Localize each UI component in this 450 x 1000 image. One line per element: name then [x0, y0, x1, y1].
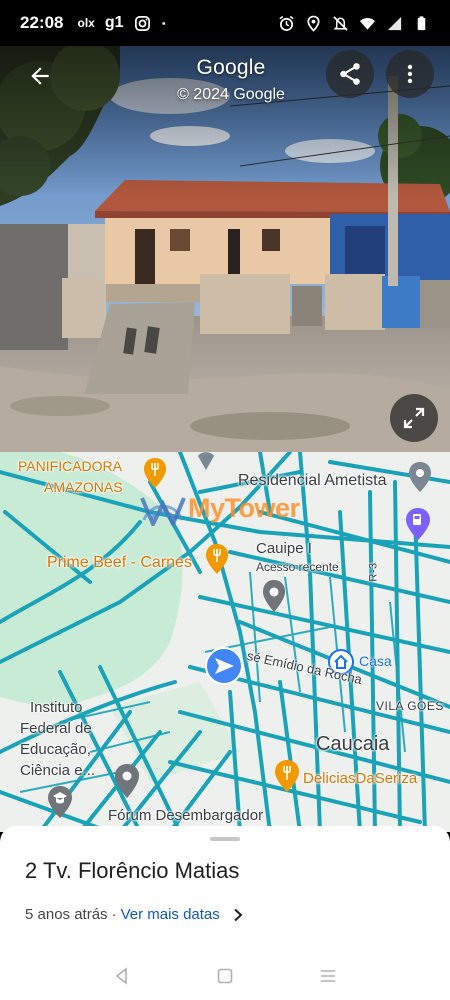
instituto-pin-icon[interactable] [47, 786, 73, 818]
forum-pin-icon[interactable] [114, 764, 140, 798]
delicias-label[interactable]: DeliciasDaSeriza [303, 770, 417, 787]
street-view-title: Google [196, 56, 266, 79]
dot-icon [161, 21, 165, 25]
separator-dot: · [111, 906, 117, 923]
recents-nav-icon[interactable] [318, 966, 338, 986]
system-navigation-bar [0, 952, 450, 1000]
share-button[interactable] [326, 50, 374, 98]
mytower-text: MyTower [188, 492, 300, 523]
prime-beef-label[interactable]: Prime Beef - Carnes [47, 554, 192, 572]
panificadora-label-1[interactable]: PANIFICADORA [18, 458, 122, 474]
current-location-arrow-icon[interactable] [205, 647, 243, 685]
capture-date-text: 5 anos atrás [25, 906, 108, 923]
street-view-header: Google © 2024 Google [0, 56, 450, 104]
vila-goes-label: VILA GOES [376, 699, 444, 713]
street-view-copyright: © 2024 Google [177, 86, 285, 103]
alarm-icon [279, 15, 294, 31]
instituto-label-4[interactable]: Ciência e... [20, 762, 95, 779]
residencial-pin-icon[interactable] [408, 462, 432, 492]
back-nav-icon[interactable] [112, 966, 132, 986]
signal-icon [387, 16, 402, 30]
gas-station-pin-icon[interactable] [405, 508, 431, 540]
status-time: 22:08 [20, 13, 64, 32]
instituto-label-3[interactable]: Educação, [20, 741, 91, 758]
instituto-label-2[interactable]: Federal de [20, 720, 92, 737]
wifi-icon [359, 17, 376, 30]
place-title: 2 Tv. Florêncio Matias [25, 858, 240, 883]
battery-icon [417, 15, 426, 30]
more-options-button[interactable] [386, 50, 434, 98]
chevron-right-icon[interactable] [232, 908, 244, 922]
olx-icon: olx [77, 16, 95, 30]
caucaia-label[interactable]: Caucaia [316, 733, 389, 756]
location-icon [307, 15, 320, 32]
capture-date-row[interactable]: 5 anos atrás · Ver mais datas [25, 906, 244, 923]
street-view-image[interactable] [0, 46, 450, 452]
street-view-photo [0, 46, 450, 452]
sheet-drag-handle[interactable] [210, 837, 240, 841]
instituto-label-1[interactable]: Instituto [30, 699, 83, 716]
cauipe-pin-icon[interactable] [262, 580, 286, 612]
cauipe-label[interactable]: Cauipe I [256, 540, 312, 557]
instagram-icon [134, 15, 150, 31]
mytower-logo-icon [140, 497, 186, 526]
status-notification-icons: olx g1 [77, 14, 170, 32]
share-icon [340, 63, 360, 85]
status-bar: 22:08 olx g1 [0, 0, 450, 46]
prime-beef-pin-icon[interactable] [205, 544, 229, 574]
home-nav-icon[interactable] [215, 966, 235, 986]
delicias-pin-icon[interactable] [274, 760, 300, 792]
expand-button[interactable] [390, 394, 438, 442]
mute-icon [333, 15, 348, 31]
road-label: R-3 [367, 562, 380, 582]
residencial-label[interactable]: Residencial Ametista [238, 472, 387, 490]
panificadora-pin-icon[interactable] [143, 458, 167, 488]
location-pin-icon[interactable] [196, 452, 216, 470]
more-vert-icon [407, 64, 413, 84]
forum-label[interactable]: Fórum Desembargador [108, 807, 263, 824]
more-dates-link[interactable]: Ver mais datas [121, 906, 220, 923]
status-system-icons [278, 15, 430, 32]
recent-access-label: Acesso recente [256, 560, 339, 574]
expand-icon [403, 407, 425, 429]
mytower-watermark: MyTower [138, 490, 300, 526]
panificadora-label-2[interactable]: AMAZONAS [44, 479, 123, 495]
casa-label[interactable]: Casa [359, 653, 392, 669]
g1-icon: g1 [104, 14, 124, 31]
